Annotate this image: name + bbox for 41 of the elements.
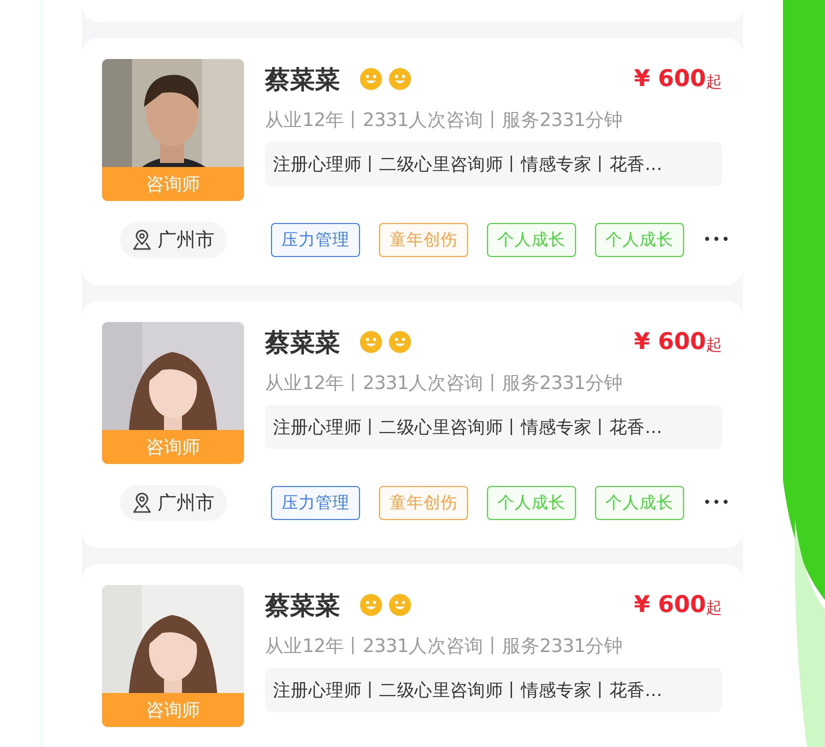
topic-tag[interactable]: 个人成长 bbox=[595, 223, 684, 257]
topic-tag[interactable]: 个人成长 bbox=[487, 486, 576, 520]
price-suffix: 起 bbox=[706, 72, 722, 92]
experience-stats: 从业12年丨2331人次咨询丨服务2331分钟 bbox=[265, 635, 624, 658]
counselor-name: 蔡菜菜 bbox=[265, 590, 340, 622]
topic-tag[interactable]: 童年创伤 bbox=[379, 486, 468, 520]
topic-tag[interactable]: 个人成长 bbox=[595, 486, 684, 520]
location-pin-icon bbox=[132, 492, 152, 514]
counselor-name: 蔡菜菜 bbox=[265, 326, 340, 358]
location-chip: 广州市 bbox=[120, 222, 226, 258]
counselor-card[interactable]: 咨询师 蔡菜菜 ¥ 600起 从业12年丨2331人次咨询丨服务2331分钟 注册心理师丨二级心里咨询师丨情感专家丨花香… 广州市 压力管理 童年创伤 个人成长 个人成长 ••• bbox=[82, 301, 743, 548]
smiley-icon bbox=[360, 594, 382, 616]
qualifications: 注册心理师丨二级心里咨询师丨情感专家丨花香… bbox=[265, 142, 722, 186]
smiley-icon bbox=[389, 68, 411, 90]
qualifications: 注册心理师丨二级心里咨询师丨情感专家丨花香… bbox=[265, 668, 722, 712]
smiley-icon bbox=[389, 594, 411, 616]
price: ¥ 600 bbox=[634, 66, 706, 92]
location-chip: 广州市 bbox=[120, 485, 226, 521]
price-suffix: 起 bbox=[706, 598, 722, 618]
smiley-icon bbox=[360, 331, 382, 353]
qualifications: 注册心理师丨二级心里咨询师丨情感专家丨花香… bbox=[265, 405, 722, 449]
counselor-name: 蔡菜菜 bbox=[265, 64, 340, 96]
counselor-card[interactable]: 咨询师 蔡菜菜 ¥ 600起 从业12年丨2331人次咨询丨服务2331分钟 注册心理师丨二级心里咨询师丨情感专家丨花香… 广州市 压力管理 童年创伤 个人成长 个人成长 ••• bbox=[82, 38, 743, 285]
topic-tag[interactable]: 个人成长 bbox=[487, 223, 576, 257]
more-button[interactable]: ••• bbox=[703, 495, 731, 511]
location-pin-icon bbox=[132, 229, 152, 251]
experience-stats: 从业12年丨2331人次咨询丨服务2331分钟 bbox=[265, 372, 624, 395]
price-suffix: 起 bbox=[706, 334, 722, 356]
topic-tag[interactable]: 压力管理 bbox=[271, 486, 360, 520]
more-button[interactable]: ••• bbox=[703, 232, 731, 248]
topic-tag[interactable]: 童年创伤 bbox=[379, 223, 468, 257]
experience-stats: 从业12年丨2331人次咨询丨服务2331分钟 bbox=[265, 109, 624, 132]
role-label: 咨询师 bbox=[102, 693, 244, 727]
price: ¥ 600 bbox=[634, 592, 706, 618]
smiley-icon bbox=[389, 331, 411, 353]
role-label: 咨询师 bbox=[102, 430, 244, 464]
smiley-icon bbox=[360, 68, 382, 90]
topic-tag[interactable]: 压力管理 bbox=[271, 223, 360, 257]
role-label: 咨询师 bbox=[102, 167, 244, 201]
counselor-card[interactable]: 咨询师 蔡菜菜 ¥ 600起 从业12年丨2331人次咨询丨服务2331分钟 注册心理师丨二级心里咨询师丨情感专家丨花香… bbox=[82, 564, 743, 747]
price: ¥ 600 bbox=[634, 329, 706, 355]
